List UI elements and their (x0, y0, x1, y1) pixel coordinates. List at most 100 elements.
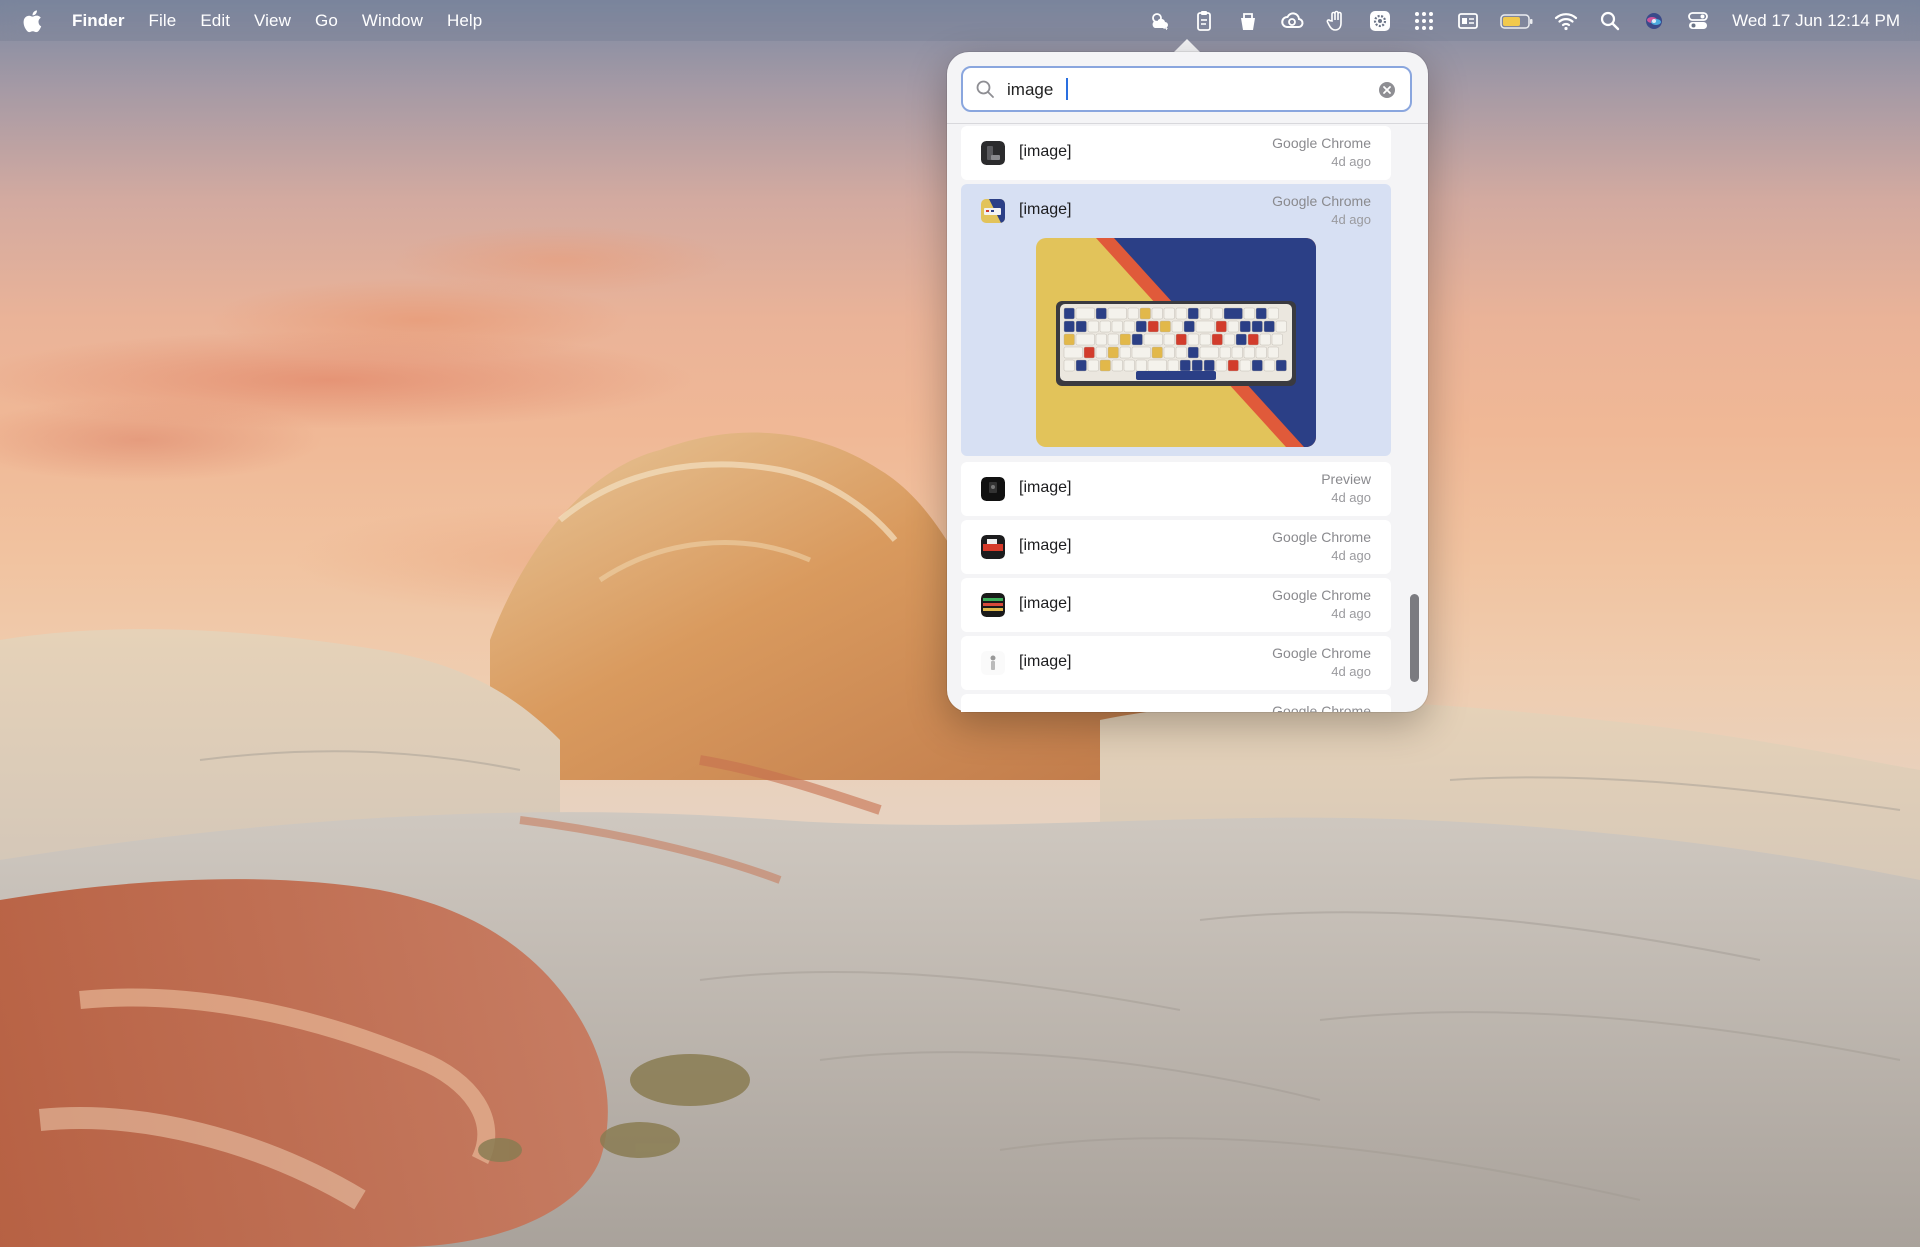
display-icon[interactable] (1456, 9, 1480, 33)
clipboard-list[interactable]: [image] Google Chrome 4d ago [image] Goo… (961, 124, 1391, 712)
text-caret (1066, 78, 1068, 100)
item-source-app: Google Chrome (1272, 587, 1371, 603)
keycap (1187, 346, 1199, 359)
keycap (1239, 320, 1251, 333)
menu-help[interactable]: Help (447, 11, 482, 31)
keycap (1131, 346, 1151, 359)
keycap (1107, 333, 1119, 346)
item-thumbnail (981, 199, 1005, 223)
hand-icon[interactable] (1324, 9, 1348, 33)
clipboard-item-selected[interactable]: [image] Google Chrome 4d ago (961, 184, 1391, 456)
clipboard-item[interactable]: [image] Google Chrome 4d ago (961, 126, 1391, 180)
menu-go[interactable]: Go (315, 11, 338, 31)
clipboard-item[interactable]: Google Chrome (961, 694, 1391, 712)
siri-icon[interactable] (1642, 9, 1666, 33)
keycap (1259, 333, 1271, 346)
grid-icon[interactable] (1412, 9, 1436, 33)
item-thumbnail (981, 593, 1005, 617)
keycap (1095, 333, 1107, 346)
menu-edit[interactable]: Edit (200, 11, 230, 31)
keycap (1223, 307, 1243, 320)
keycap (1255, 346, 1267, 359)
keycap (1123, 320, 1135, 333)
svg-text:4: 4 (1163, 23, 1168, 32)
search-field[interactable] (961, 66, 1412, 112)
scrollbar-thumb[interactable] (1410, 594, 1419, 682)
menu-window[interactable]: Window (362, 11, 423, 31)
keycap (1187, 307, 1199, 320)
clipboard-item[interactable]: [image] Google Chrome 4d ago (961, 636, 1391, 690)
keycap (1195, 320, 1215, 333)
keycap (1187, 333, 1199, 346)
keycap (1235, 333, 1247, 346)
keycap (1211, 333, 1223, 346)
clipboard-item[interactable]: [image] Google Chrome 4d ago (961, 520, 1391, 574)
item-timestamp: 4d ago (1331, 664, 1371, 679)
search-input[interactable] (1005, 75, 1369, 105)
keycap (1267, 307, 1279, 320)
control-center-icon[interactable] (1686, 9, 1710, 33)
keycap (1147, 359, 1167, 372)
keycap (1219, 346, 1231, 359)
menu-finder[interactable]: Finder (72, 11, 125, 31)
battery-icon[interactable] (1500, 9, 1534, 33)
keycap (1275, 359, 1287, 372)
keycap (1087, 359, 1099, 372)
keycap (1131, 333, 1143, 346)
item-label: [image] (1019, 201, 1072, 218)
spotlight-search-icon[interactable] (1598, 9, 1622, 33)
weather-icon[interactable]: 4 (1148, 9, 1172, 33)
keycap (1143, 333, 1163, 346)
menu-bar: Finder File Edit View Go Window Help 4 W… (0, 0, 1920, 41)
creative-cloud-icon[interactable] (1280, 9, 1304, 33)
bucket-icon[interactable] (1236, 9, 1260, 33)
keycap (1215, 359, 1227, 372)
clipboard-item[interactable]: [image] Preview 4d ago (961, 462, 1391, 516)
keycap (1175, 307, 1187, 320)
keycap (1063, 320, 1075, 333)
item-label: [image] (1019, 479, 1072, 496)
keycap (1215, 320, 1227, 333)
keycap (1075, 333, 1095, 346)
clipboard-icon[interactable] (1192, 9, 1216, 33)
keycap (1199, 346, 1219, 359)
menu-bar-clock[interactable]: Wed 17 Jun 12:14 PM (1732, 11, 1900, 31)
apple-logo-icon[interactable] (22, 7, 46, 35)
keycap (1163, 333, 1175, 346)
keycap (1099, 359, 1111, 372)
keycap (1127, 307, 1139, 320)
wifi-icon[interactable] (1554, 9, 1578, 33)
keycap (1163, 346, 1175, 359)
keycap (1151, 346, 1163, 359)
keycap (1255, 307, 1267, 320)
keycap (1075, 320, 1087, 333)
search-icon (976, 80, 994, 98)
clipboard-item[interactable]: [image] Google Chrome 4d ago (961, 578, 1391, 632)
keycap (1227, 359, 1239, 372)
item-source-app: Preview (1321, 471, 1371, 487)
keycap (1231, 346, 1243, 359)
keycap (1063, 359, 1075, 372)
keycap (1083, 346, 1095, 359)
keycap (1063, 307, 1075, 320)
gear-badge-icon[interactable] (1368, 9, 1392, 33)
clipboard-history-popover: [image] Google Chrome 4d ago [image] Goo… (947, 52, 1428, 712)
item-timestamp: 4d ago (1331, 490, 1371, 505)
keycap (1119, 346, 1131, 359)
keycap (1251, 359, 1263, 372)
keycap (1263, 359, 1275, 372)
keycap (1075, 307, 1095, 320)
keycap (1111, 320, 1123, 333)
menu-view[interactable]: View (254, 11, 291, 31)
keycap (1275, 320, 1287, 333)
keycap (1267, 346, 1279, 359)
item-timestamp: 4d ago (1331, 212, 1371, 227)
keycap (1063, 333, 1075, 346)
keycap (1147, 320, 1159, 333)
keycap (1223, 333, 1235, 346)
keycap (1271, 333, 1283, 346)
menu-file[interactable]: File (149, 11, 177, 31)
keycap (1251, 320, 1263, 333)
keycap (1087, 320, 1099, 333)
clear-search-icon[interactable] (1378, 81, 1396, 99)
